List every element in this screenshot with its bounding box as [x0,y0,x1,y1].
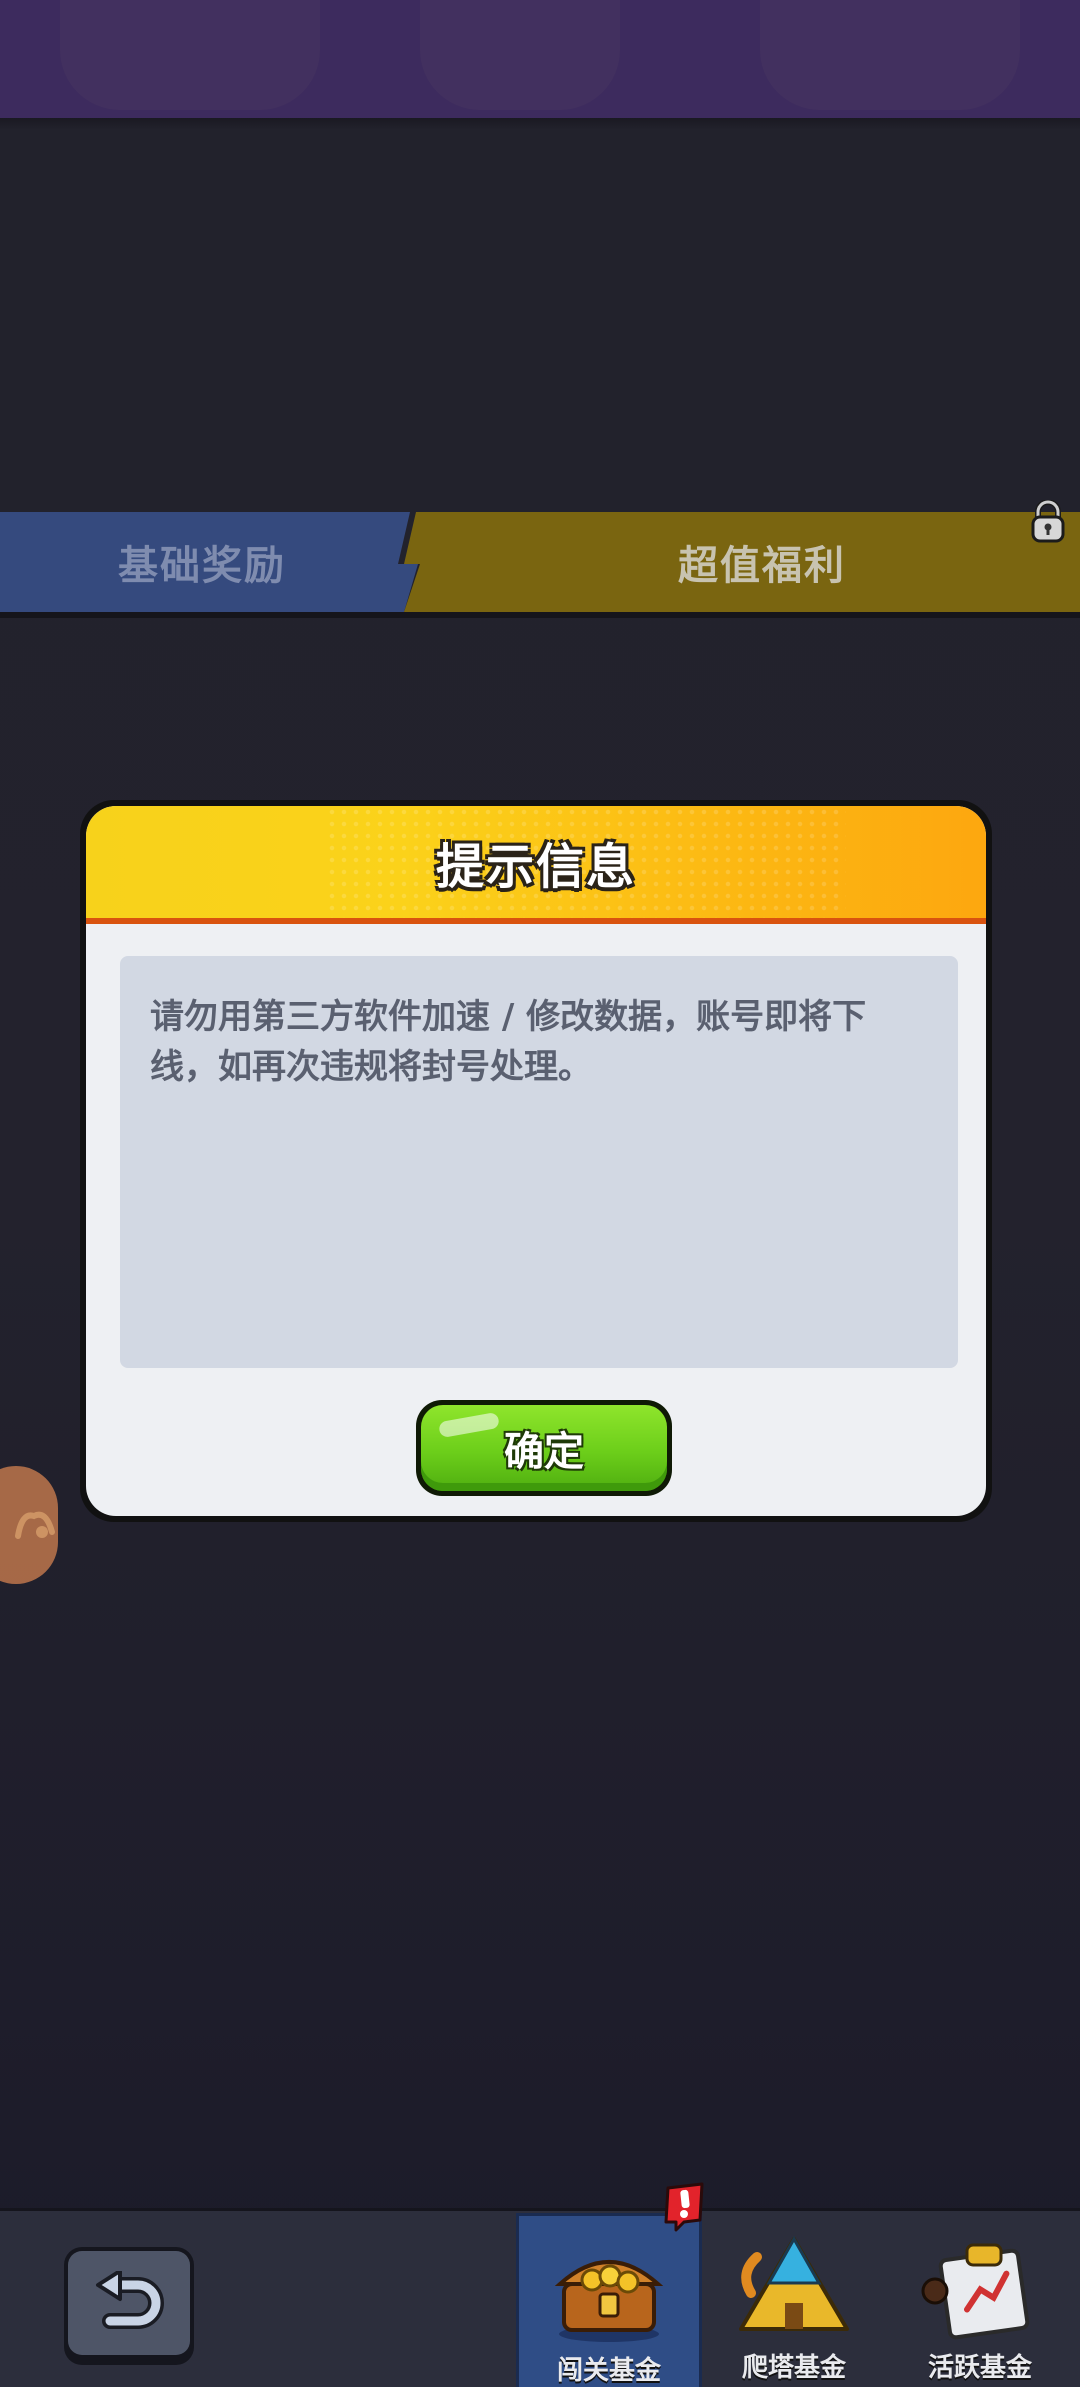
dialog-body: 提示信息 请勿用第三方软件加速 / 修改数据，账号即将下线，如再次违规将封号处理… [86,806,986,1516]
back-button-face [68,2251,190,2355]
notice-dialog: 提示信息 请勿用第三方软件加速 / 修改数据，账号即将下线，如再次违规将封号处理… [80,800,992,1522]
nav-stage-fund-label: 闯关基金 [556,2356,661,2386]
dialog-title: 提示信息 [435,839,636,895]
treasure-chest-icon [554,2260,664,2342]
nav-activity-fund[interactable]: 活跃基金 [890,2213,1070,2387]
pyramid-tower-icon [739,2235,849,2331]
nav-tower-fund-label: 爬塔基金 [741,2353,846,2383]
back-button[interactable] [64,2247,194,2365]
confirm-button-label: 确定 [504,1429,584,1475]
button-shine [438,1411,500,1439]
confirm-button-face: 确定 [421,1405,667,1491]
nav-activity-fund-label: 活跃基金 [927,2353,1032,2383]
game-screen: { "tabs": { "basic_label": "基础奖励", "prem… [0,0,1080,2387]
alert-badge-icon [664,2182,704,2232]
message-box: 请勿用第三方软件加速 / 修改数据，账号即将下线，如再次违规将封号处理。 [120,956,958,1368]
bottom-navigation: 闯关基金 爬塔基金 活跃基金 [0,2208,1080,2387]
activity-calendar-icon [921,2243,1030,2340]
back-arrow-icon [96,2271,164,2329]
nav-stage-fund[interactable]: 闯关基金 [516,2213,702,2387]
confirm-button[interactable]: 确定 [416,1400,672,1496]
nav-tower-fund[interactable]: 爬塔基金 [704,2213,884,2387]
message-text: 请勿用第三方软件加速 / 修改数据，账号即将下线，如再次违规将封号处理。 [150,997,867,1087]
dialog-header: 提示信息 [86,806,986,924]
